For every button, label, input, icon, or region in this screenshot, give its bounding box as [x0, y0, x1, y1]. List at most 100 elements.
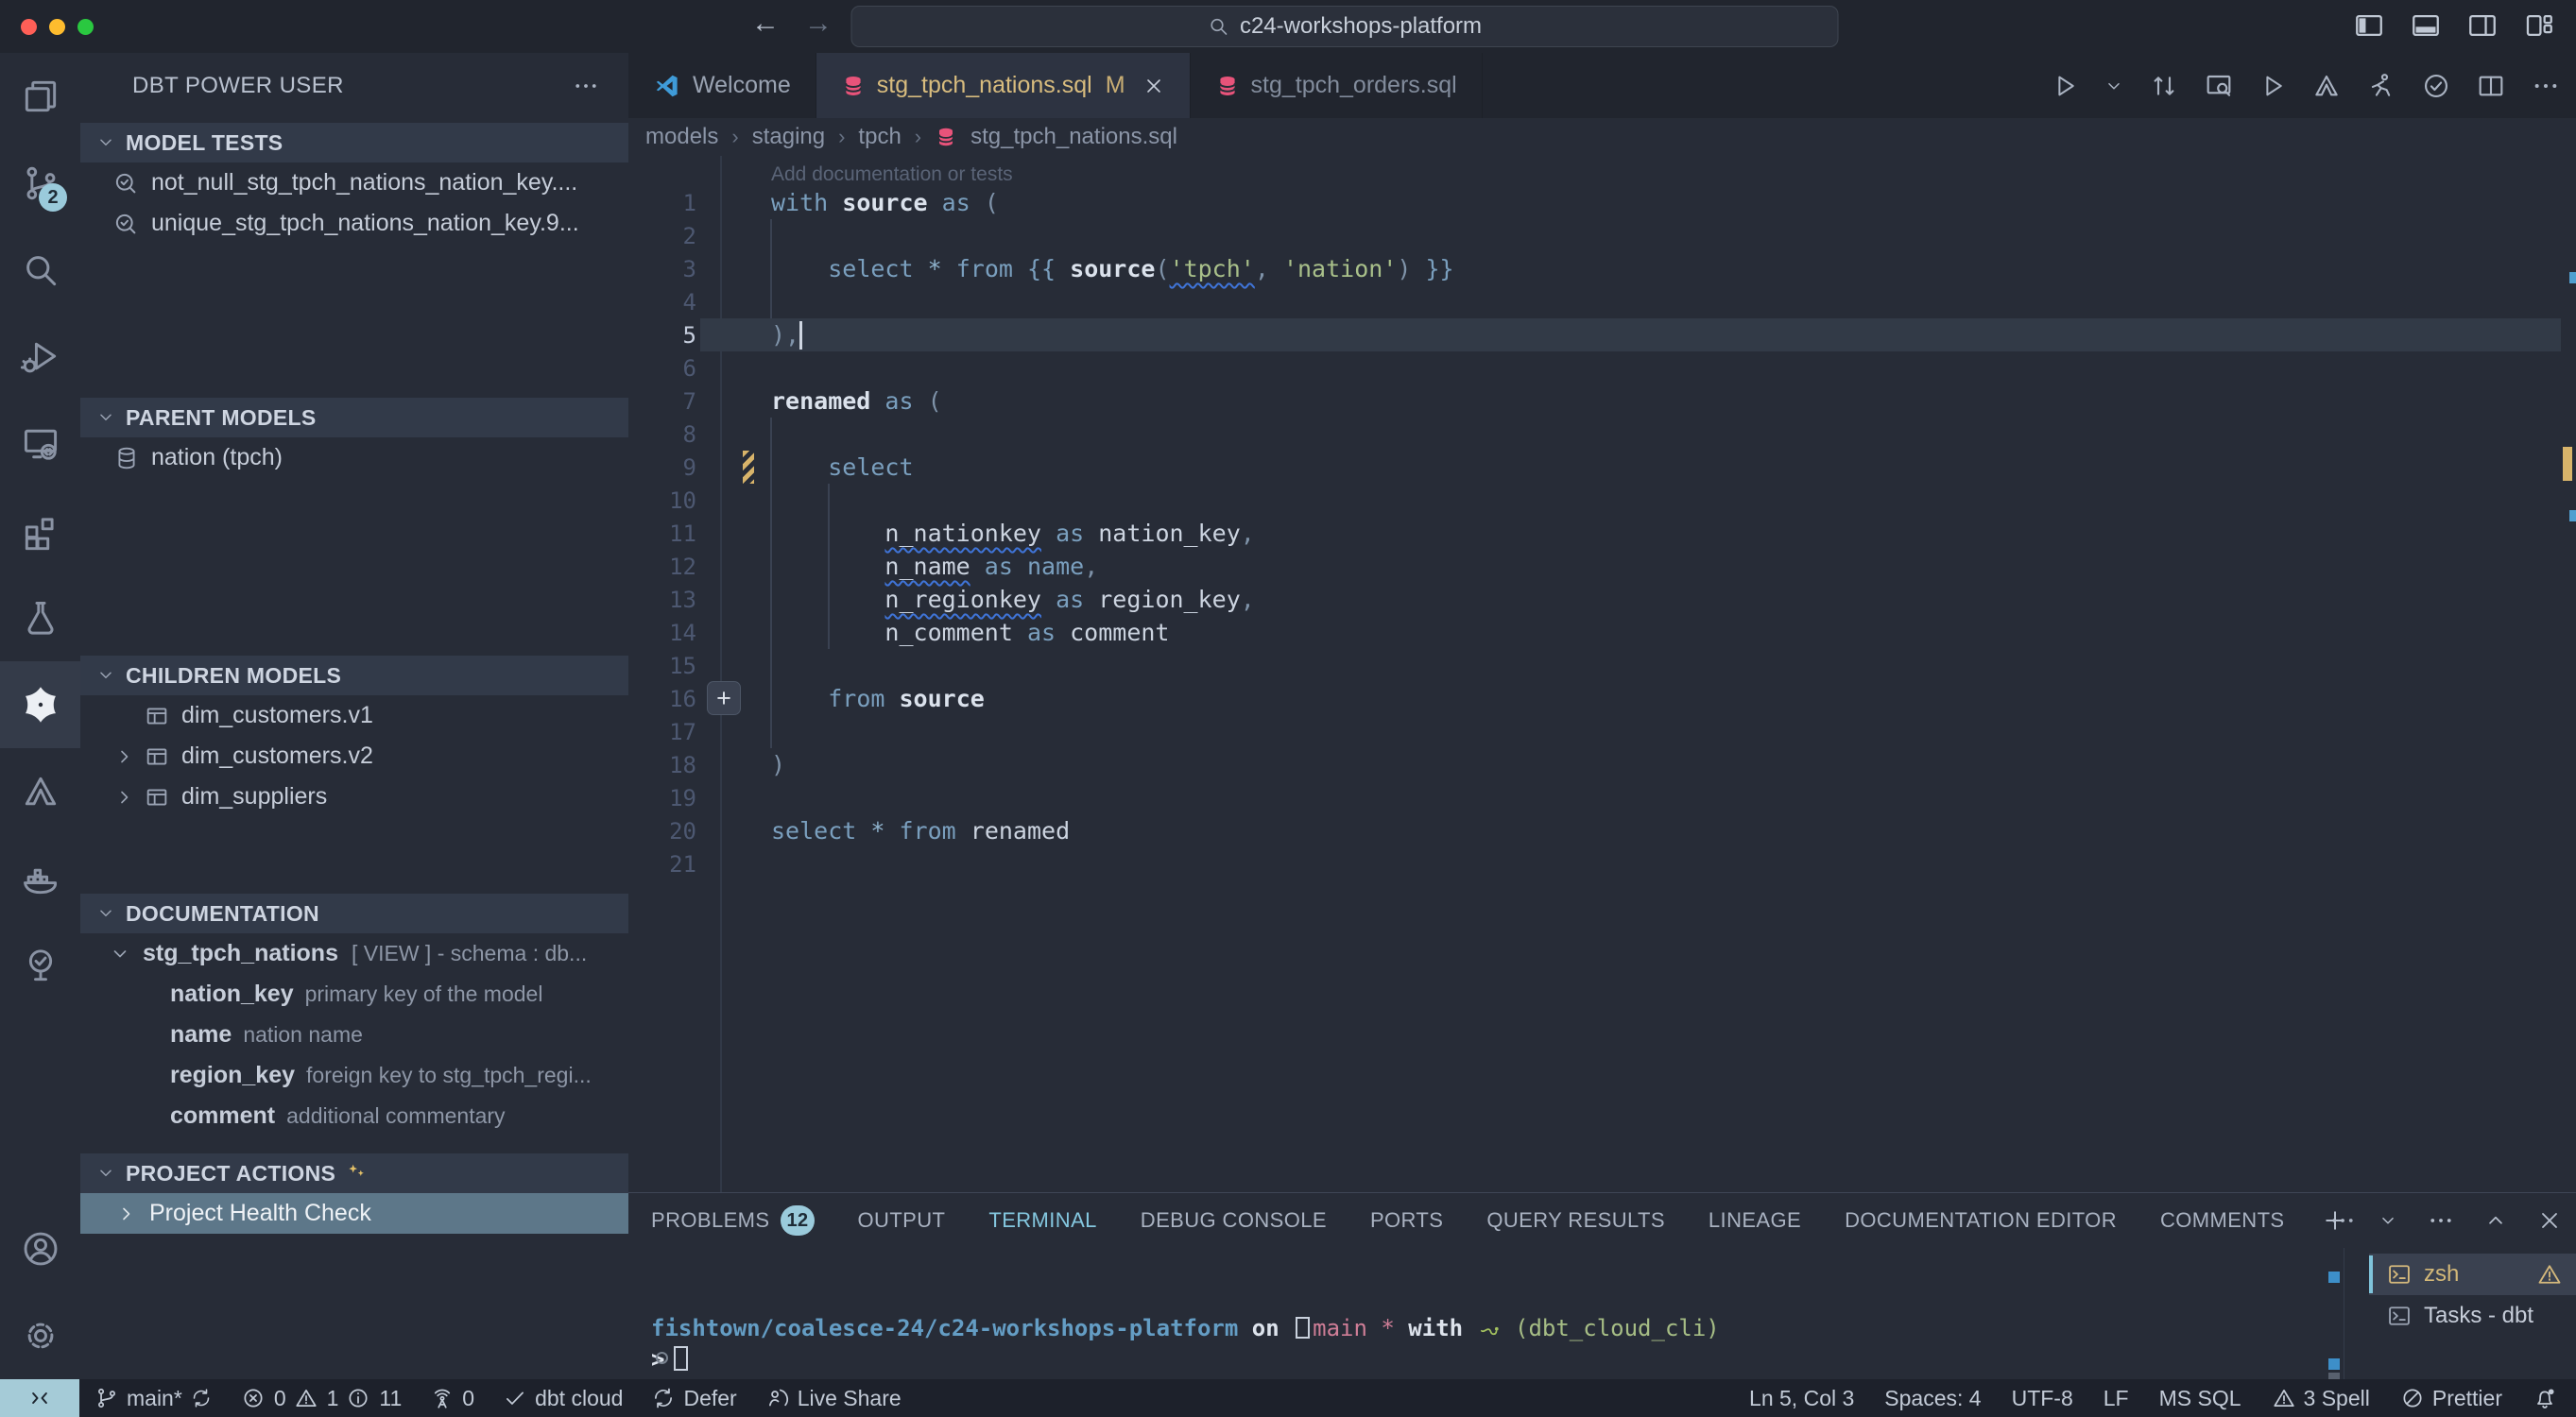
layout-panel-toggle[interactable]: [2410, 9, 2442, 42]
breadcrumb[interactable]: models›staging›tpch›stg_tpch_nations.sql: [628, 118, 2576, 156]
sidebar-row-nation[interactable]: nation (tpch): [80, 437, 628, 478]
activity-bar-item-files[interactable]: [0, 53, 80, 140]
activity-bar-item-source-control[interactable]: 2: [0, 140, 80, 227]
tab-stg_tpch_nations-sql[interactable]: stg_tpch_nations.sqlM: [816, 53, 1191, 118]
maximize-panel[interactable]: [2483, 1208, 2508, 1233]
code-line[interactable]: 8: [628, 418, 2576, 451]
code-line[interactable]: 16 from source: [628, 682, 2576, 715]
panel-tab-lineage[interactable]: LINEAGE: [1709, 1208, 1801, 1233]
new-terminal[interactable]: [2321, 1206, 2349, 1235]
tab-welcome[interactable]: Welcome: [628, 53, 816, 118]
section-header-parent-models[interactable]: PARENT MODELS: [80, 398, 628, 437]
code-line[interactable]: 12 n_name as name,: [628, 550, 2576, 583]
split-editor-icon[interactable]: [2476, 71, 2506, 101]
terminal-session-zsh[interactable]: zsh: [2369, 1254, 2576, 1295]
activity-bar-item-settings-gear[interactable]: [0, 1292, 80, 1379]
status-eol[interactable]: LF: [2104, 1386, 2129, 1411]
sidebar-row-nation_key[interactable]: nation_keyprimary key of the model: [80, 974, 628, 1015]
layout-customize-toggle[interactable]: [2523, 9, 2555, 42]
panel-tab-output[interactable]: OUTPUT: [858, 1208, 946, 1233]
activity-bar-item-docker[interactable]: [0, 835, 80, 922]
status-defer[interactable]: Defer: [651, 1386, 736, 1411]
preview-icon[interactable]: [2204, 71, 2234, 101]
minimize-window-icon[interactable]: [49, 19, 65, 35]
panel-tab-ports[interactable]: PORTS: [1370, 1208, 1443, 1233]
code-line[interactable]: 6: [628, 351, 2576, 384]
sidebar-row-dim_customers.v2[interactable]: dim_customers.v2: [80, 736, 628, 777]
panel-more-actions[interactable]: [2427, 1206, 2455, 1235]
altimate-icon[interactable]: [2311, 71, 2342, 101]
chevron-down-icon[interactable]: [2104, 76, 2124, 96]
activity-bar-item-run-debug[interactable]: [0, 314, 80, 401]
panel-tab-query-results[interactable]: QUERY RESULTS: [1486, 1208, 1665, 1233]
sidebar-row-name[interactable]: namenation name: [80, 1015, 628, 1055]
sidebar-row-not_null_stg_tpch_nations_nation_key....[interactable]: not_null_stg_tpch_nations_nation_key....: [80, 162, 628, 203]
activity-bar-item-search[interactable]: [0, 227, 80, 314]
play-icon[interactable]: [2258, 72, 2287, 100]
code-line[interactable]: 2: [628, 219, 2576, 252]
more-actions-icon[interactable]: [2531, 71, 2561, 101]
tab-stg_tpch_orders-sql[interactable]: stg_tpch_orders.sql: [1191, 53, 1483, 118]
code-line[interactable]: 17: [628, 715, 2576, 748]
run-query-icon[interactable]: [2051, 72, 2079, 100]
section-header-project-actions[interactable]: PROJECT ACTIONS: [80, 1153, 628, 1193]
status-live-share[interactable]: Live Share: [765, 1386, 902, 1411]
panel-tab-problems[interactable]: PROBLEMS12: [651, 1205, 815, 1236]
code-line[interactable]: 13 n_regionkey as region_key,: [628, 583, 2576, 616]
breadcrumb-item-tpch[interactable]: tpch: [858, 124, 901, 150]
activity-bar-item-tree-check[interactable]: [0, 922, 80, 1009]
code-line[interactable]: 4: [628, 285, 2576, 318]
overview-ruler[interactable]: [2563, 156, 2576, 1192]
section-header-model-tests[interactable]: MODEL TESTS: [80, 123, 628, 162]
code-line[interactable]: 19: [628, 781, 2576, 814]
close-window-icon[interactable]: [21, 19, 37, 35]
navigate-forward-icon[interactable]: →: [804, 8, 833, 40]
terminal-view[interactable]: fishtown/coalesce-24/c24-workshops-platf…: [628, 1248, 2344, 1379]
status-cursor-position[interactable]: Ln 5, Col 3: [1749, 1386, 1854, 1411]
code-line[interactable]: 14 n_comment as comment: [628, 616, 2576, 649]
sidebar-row-region_key[interactable]: region_keyforeign key to stg_tpch_regi..…: [80, 1055, 628, 1096]
command-decoration-icon[interactable]: [656, 1352, 668, 1364]
status-problems[interactable]: 0111: [241, 1386, 402, 1411]
activity-bar-item-flask[interactable]: [0, 574, 80, 661]
runner-icon[interactable]: [2366, 71, 2396, 101]
sidebar-more-actions-icon[interactable]: [572, 72, 600, 100]
code-line[interactable]: 20select * from renamed: [628, 814, 2576, 847]
status-encoding[interactable]: UTF-8: [2012, 1386, 2073, 1411]
activity-bar-item-account[interactable]: [0, 1205, 80, 1292]
sidebar-row-unique_stg_tpch_nations_nation_key.9...[interactable]: unique_stg_tpch_nations_nation_key.9...: [80, 203, 628, 244]
status-spell[interactable]: 3 Spell: [2272, 1386, 2370, 1411]
sidebar-row-comment[interactable]: commentadditional commentary: [80, 1096, 628, 1136]
status-language-mode[interactable]: MS SQL: [2159, 1386, 2241, 1411]
panel-tab-debug-console[interactable]: DEBUG CONSOLE: [1141, 1208, 1327, 1233]
panel-tab-documentation-editor[interactable]: DOCUMENTATION EDITOR: [1845, 1208, 2117, 1233]
zoom-window-icon[interactable]: [77, 19, 94, 35]
command-center[interactable]: c24-workshops-platform: [851, 6, 1839, 47]
activity-bar-item-dbt[interactable]: [0, 661, 80, 748]
code-line[interactable]: 10: [628, 484, 2576, 517]
code-editor[interactable]: Add documentation or tests + 1with sourc…: [628, 156, 2576, 1192]
status-notifications[interactable]: [2533, 1386, 2557, 1410]
status-indentation[interactable]: Spaces: 4: [1884, 1386, 1981, 1411]
code-line[interactable]: 18): [628, 748, 2576, 781]
compare-icon[interactable]: [2149, 71, 2179, 101]
add-line-action-button[interactable]: +: [707, 681, 741, 715]
layout-sidebar-right-toggle[interactable]: [2466, 9, 2499, 42]
code-line[interactable]: 1with source as (: [628, 186, 2576, 219]
code-line[interactable]: 15: [628, 649, 2576, 682]
activity-bar-item-extensions[interactable]: [0, 487, 80, 574]
terminal-session-tasks-dbt[interactable]: Tasks - dbt: [2369, 1295, 2576, 1337]
code-line[interactable]: 5),: [628, 318, 2576, 351]
sidebar-row-project[interactable]: Project Health Check: [80, 1193, 628, 1234]
panel-tab-terminal[interactable]: TERMINAL: [988, 1208, 1096, 1233]
section-header-documentation[interactable]: DOCUMENTATION: [80, 894, 628, 933]
activity-bar-item-altimate[interactable]: [0, 748, 80, 835]
code-line[interactable]: 3 select * from {{ source('tpch', 'natio…: [628, 252, 2576, 285]
traffic-lights[interactable]: [21, 19, 94, 35]
close-panel[interactable]: [2536, 1207, 2563, 1234]
status-dbt-cloud[interactable]: dbt cloud: [503, 1386, 623, 1411]
breadcrumb-file[interactable]: stg_tpch_nations.sql: [970, 124, 1177, 150]
terminal-profile-chevron[interactable]: [2378, 1210, 2398, 1231]
section-header-children-models[interactable]: CHILDREN MODELS: [80, 656, 628, 695]
activity-bar-item-remote-explorer[interactable]: [0, 401, 80, 487]
